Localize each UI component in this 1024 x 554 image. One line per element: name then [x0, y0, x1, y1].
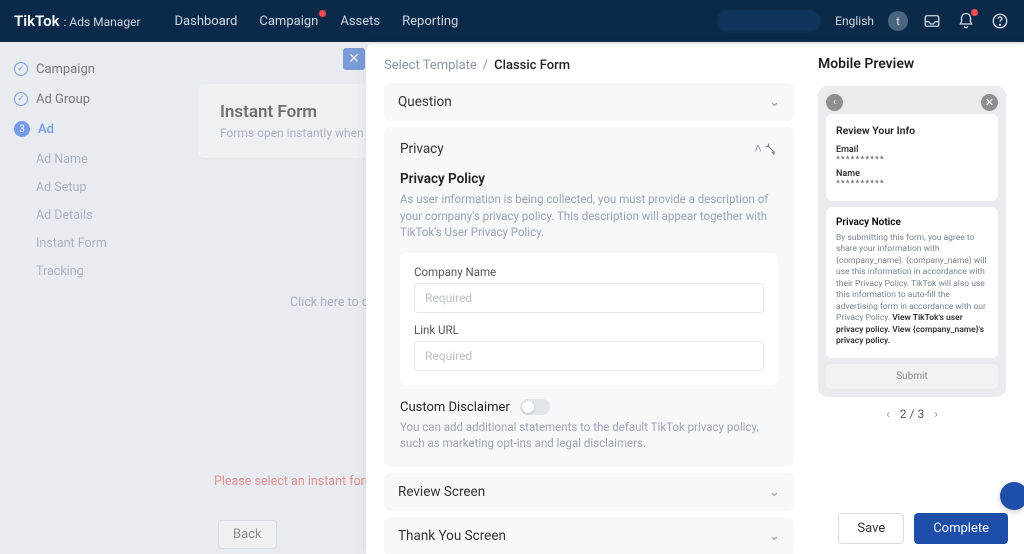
step-sidebar: ✓Campaign ✓Ad Group 3Ad Ad Name Ad Setup…: [0, 42, 160, 282]
substeps: Ad Name Ad Setup Ad Details Instant Form…: [36, 148, 160, 282]
form-editor-modal: Select Template / Classic Form Question …: [366, 44, 1024, 554]
crumb-current: Classic Form: [494, 58, 570, 73]
phone-back-icon[interactable]: ‹: [826, 94, 843, 111]
close-icon[interactable]: ✕: [343, 48, 365, 70]
privacy-policy-title: Privacy Policy: [400, 171, 778, 187]
brand-suffix: : Ads Manager: [64, 15, 141, 29]
help-bubble-icon[interactable]: [1000, 482, 1024, 510]
phone-close-icon[interactable]: ✕: [981, 94, 998, 111]
top-nav: Dashboard Campaign Assets Reporting: [175, 14, 459, 29]
step-adgroup[interactable]: ✓Ad Group: [14, 84, 160, 114]
nav-assets[interactable]: Assets: [340, 14, 380, 29]
bell-icon[interactable]: [956, 11, 976, 31]
preview-privacy-body: By submitting this form, you agree to sh…: [836, 233, 988, 348]
chevron-down-icon: ⌄: [769, 528, 780, 544]
mobile-preview-title: Mobile Preview: [818, 56, 1006, 72]
link-url-label: Link URL: [414, 323, 764, 337]
nav-campaign[interactable]: Campaign: [259, 14, 318, 29]
complete-button[interactable]: Complete: [914, 513, 1008, 544]
custom-disclaimer-label: Custom Disclaimer: [400, 400, 510, 415]
privacy-policy-desc: As user information is being collected, …: [400, 191, 778, 241]
nav-dashboard[interactable]: Dashboard: [175, 14, 238, 29]
nav-reporting[interactable]: Reporting: [402, 14, 458, 29]
section-review-screen[interactable]: Review Screen ⌄: [384, 473, 794, 511]
crumb-parent[interactable]: Select Template: [384, 58, 477, 73]
privacy-form: Company Name Link URL: [400, 253, 778, 385]
check-icon: ✓: [14, 92, 28, 106]
pager-prev-icon[interactable]: ‹: [886, 407, 890, 421]
chevron-down-icon: ⌄: [769, 94, 780, 110]
preview-name-value: **********: [836, 179, 988, 189]
topbar-right: English t: [717, 10, 1010, 32]
phone-frame: ‹ ✕ Review Your Info Email ********** Na…: [818, 86, 1006, 397]
section-privacy-header[interactable]: Privacy ˄: [400, 141, 778, 157]
company-name-label: Company Name: [414, 265, 764, 279]
breadcrumb: Select Template / Classic Form: [384, 58, 794, 73]
help-icon[interactable]: [990, 11, 1010, 31]
pager-next-icon[interactable]: ›: [934, 407, 938, 421]
account-pill[interactable]: [717, 10, 821, 32]
custom-disclaimer-desc: You can add additional statements to the…: [400, 419, 778, 451]
preview-email-value: **********: [836, 155, 988, 165]
notif-dot-icon: [319, 10, 326, 17]
substep-tracking[interactable]: Tracking: [36, 260, 160, 282]
section-question[interactable]: Question ⌄: [384, 83, 794, 121]
language-selector[interactable]: English: [835, 14, 874, 28]
back-button[interactable]: Back: [218, 520, 277, 549]
modal-main: Select Template / Classic Form Question …: [366, 44, 812, 554]
preview-name-label: Name: [836, 169, 988, 179]
substep-ad-details[interactable]: Ad Details: [36, 204, 160, 226]
cursor-icon: [764, 142, 778, 156]
substep-ad-setup[interactable]: Ad Setup: [36, 176, 160, 198]
pager-count: 2 / 3: [900, 407, 924, 421]
substep-ad-name[interactable]: Ad Name: [36, 148, 160, 170]
top-bar: TikTok : Ads Manager Dashboard Campaign A…: [0, 0, 1024, 42]
preview-email-label: Email: [836, 145, 988, 155]
avatar[interactable]: t: [888, 11, 908, 31]
section-thank-you[interactable]: Thank You Screen ⌄: [384, 517, 794, 554]
crumb-sep: /: [483, 58, 488, 73]
preview-privacy-card: Privacy Notice By submitting this form, …: [826, 207, 998, 358]
check-icon: ✓: [14, 62, 28, 76]
preview-pager: ‹ 2 / 3 ›: [818, 407, 1006, 421]
step-ad[interactable]: 3Ad: [14, 114, 160, 144]
custom-disclaimer-row: Custom Disclaimer: [400, 399, 778, 415]
brand: TikTok : Ads Manager: [14, 12, 141, 30]
preview-review-title: Review Your Info: [836, 124, 988, 137]
save-button[interactable]: Save: [838, 513, 904, 544]
brand-name: TikTok: [14, 12, 60, 30]
company-name-input[interactable]: [414, 283, 764, 313]
step-campaign[interactable]: ✓Campaign: [14, 54, 160, 84]
modal-footer: Save Complete: [838, 513, 1008, 544]
click-hint: Click here to c: [290, 295, 368, 310]
bell-dot-icon: [971, 9, 978, 16]
custom-disclaimer-toggle[interactable]: [520, 399, 550, 415]
preview-submit-button: Submit: [826, 364, 998, 389]
mobile-preview-panel: Mobile Preview ‹ ✕ Review Your Info Emai…: [812, 44, 1024, 554]
substep-instant-form[interactable]: Instant Form: [36, 232, 160, 254]
chevron-up-icon: ˄: [754, 141, 778, 157]
step-number-icon: 3: [14, 121, 30, 137]
chevron-down-icon: ⌄: [769, 484, 780, 500]
inbox-icon[interactable]: [922, 11, 942, 31]
section-privacy: Privacy ˄ Privacy Policy As user informa…: [384, 127, 794, 467]
link-url-input[interactable]: [414, 341, 764, 371]
preview-privacy-title: Privacy Notice: [836, 217, 988, 228]
preview-review-card: Review Your Info Email ********** Name *…: [826, 114, 998, 201]
